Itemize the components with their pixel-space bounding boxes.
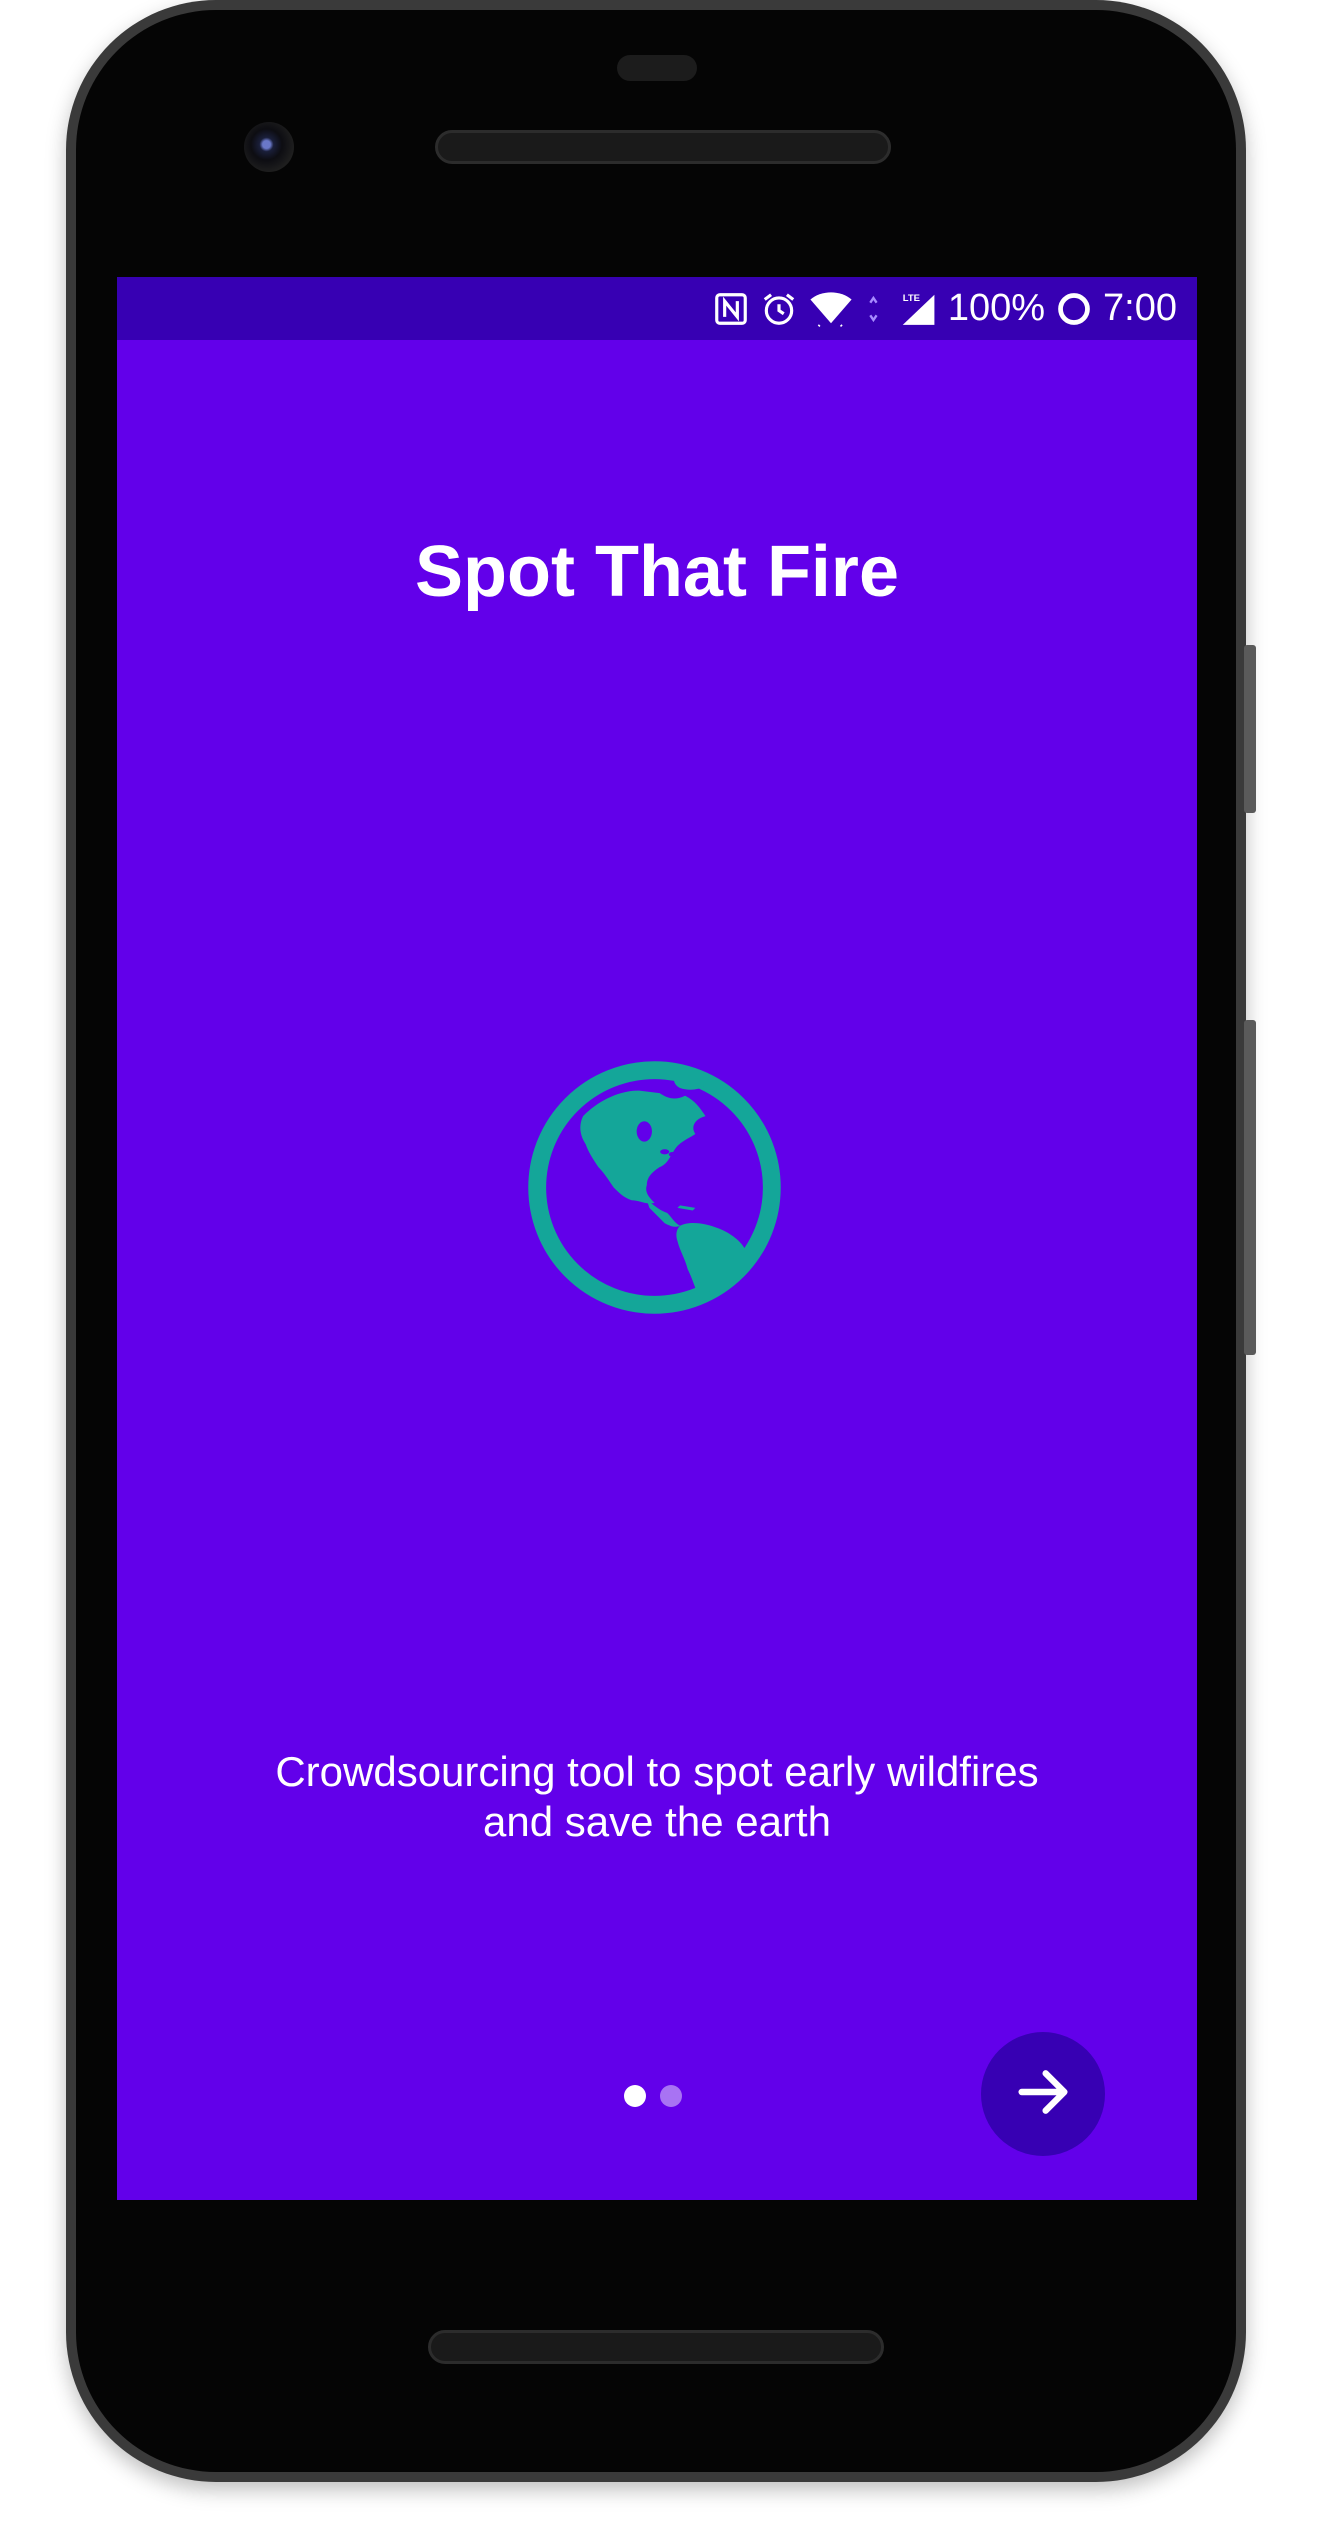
status-time: 7:00 bbox=[1103, 287, 1177, 329]
page-title: Spot That Fire bbox=[415, 532, 899, 612]
app-screen: LTE 100% 7:00 Spot That Fire Crowdsourci… bbox=[117, 277, 1197, 2200]
description-line-1: Crowdsourcing tool to spot early wildfir… bbox=[275, 1748, 1039, 1795]
page-indicator bbox=[624, 2083, 682, 2109]
volume-button bbox=[1244, 1020, 1256, 1355]
bottom-speaker bbox=[428, 2330, 884, 2364]
onboarding-description: Crowdsourcing tool to spot early wildfir… bbox=[207, 1747, 1107, 1847]
page-dot-1[interactable] bbox=[624, 2085, 646, 2107]
status-bar: LTE 100% 7:00 bbox=[117, 277, 1197, 340]
wifi-icon bbox=[808, 290, 854, 328]
globe-icon bbox=[527, 1060, 782, 1315]
alarm-icon bbox=[760, 290, 798, 328]
sensor-pill bbox=[617, 55, 697, 81]
svg-text:LTE: LTE bbox=[903, 293, 920, 304]
description-line-2: and save the earth bbox=[483, 1798, 831, 1845]
signal-icon: LTE bbox=[896, 290, 938, 328]
status-icons: LTE 100% 7:00 bbox=[712, 277, 1177, 340]
lte-icon bbox=[864, 290, 886, 328]
front-camera bbox=[244, 122, 294, 172]
page-dot-2[interactable] bbox=[660, 2085, 682, 2107]
nfc-icon bbox=[712, 290, 750, 328]
arrow-right-icon bbox=[1011, 2060, 1075, 2129]
next-button[interactable] bbox=[981, 2032, 1105, 2156]
battery-percent: 100% bbox=[947, 287, 1046, 329]
top-speaker bbox=[435, 130, 891, 164]
power-button bbox=[1244, 645, 1256, 813]
battery-icon bbox=[1055, 290, 1093, 328]
